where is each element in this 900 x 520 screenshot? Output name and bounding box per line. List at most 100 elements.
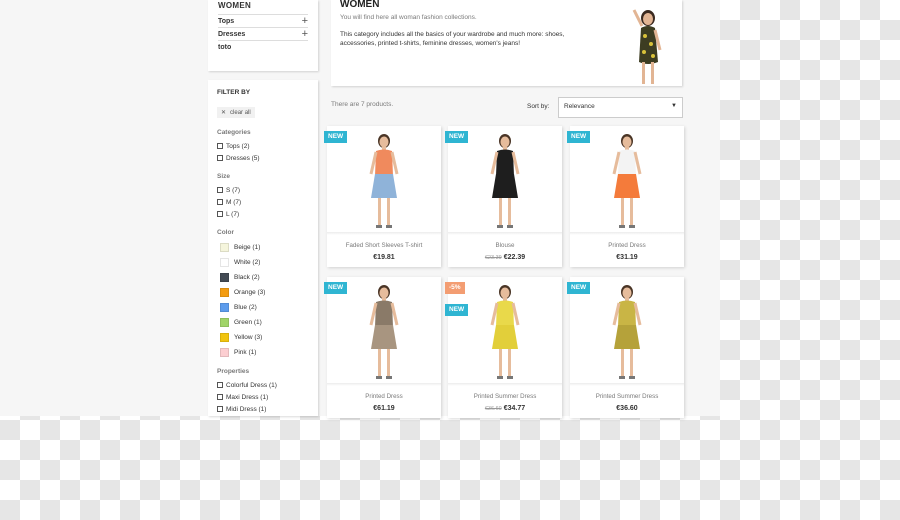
product-count: There are 7 products. bbox=[331, 101, 394, 108]
close-icon: ✕ bbox=[221, 110, 227, 116]
color-swatch[interactable] bbox=[220, 303, 229, 312]
product-card[interactable]: NEW Printed Summer Dress €36.60 bbox=[567, 277, 684, 418]
color-option[interactable]: Beige (1) bbox=[217, 240, 309, 255]
product-card[interactable]: -5% NEW Printed Summer Dress €36.60 €34.77 bbox=[445, 277, 562, 418]
product-card[interactable]: NEW Printed Dress €31.19 bbox=[567, 126, 684, 267]
facet-option[interactable]: Colorful Dress (1) bbox=[217, 379, 309, 391]
facet-option[interactable]: Dresses (5) bbox=[217, 152, 309, 164]
category-item-label[interactable]: toto bbox=[218, 44, 231, 51]
facet-option[interactable]: Maxi Dress (1) bbox=[217, 391, 309, 403]
facet-option-label: Colorful Dress (1) bbox=[226, 381, 277, 389]
product-image[interactable] bbox=[448, 277, 562, 383]
color-swatch[interactable] bbox=[220, 243, 229, 252]
facet-title-properties: Properties bbox=[217, 368, 250, 375]
product-name[interactable]: Faded Short Sleeves T-shirt bbox=[327, 242, 441, 249]
product-price-line: €61.19 bbox=[327, 405, 441, 412]
category-tree-title[interactable]: WOMEN bbox=[218, 1, 308, 15]
color-option[interactable]: Green (1) bbox=[217, 315, 309, 330]
product-price: €31.19 bbox=[616, 254, 638, 261]
color-option-label: Yellow (3) bbox=[234, 334, 263, 341]
category-item-label[interactable]: Tops bbox=[218, 18, 234, 25]
facet-option[interactable]: M (7) bbox=[217, 196, 309, 208]
color-option-label: Green (1) bbox=[234, 319, 262, 326]
category-description: This category includes all the basics of… bbox=[340, 31, 565, 47]
regular-price: €36.60 bbox=[484, 406, 502, 412]
color-option-label: Pink (1) bbox=[234, 349, 257, 356]
product-name[interactable]: Printed Summer Dress bbox=[570, 393, 684, 400]
product-price: €19.81 bbox=[373, 254, 395, 261]
new-badge: NEW bbox=[324, 131, 348, 143]
product-name[interactable]: Blouse bbox=[448, 242, 562, 249]
category-tree: WOMEN Tops + Dresses + toto bbox=[208, 0, 318, 71]
product-price: €22.39 bbox=[503, 254, 526, 261]
expand-plus-icon[interactable]: + bbox=[302, 15, 308, 27]
new-badge: NEW bbox=[567, 282, 591, 294]
color-option[interactable]: Pink (1) bbox=[217, 345, 309, 360]
color-option[interactable]: Blue (2) bbox=[217, 300, 309, 315]
product-price: €34.77 bbox=[503, 405, 526, 412]
facet-title-size: Size bbox=[217, 173, 231, 180]
caret-down-icon: ▼ bbox=[671, 103, 677, 109]
color-swatch[interactable] bbox=[220, 258, 229, 267]
checkbox[interactable] bbox=[217, 143, 223, 149]
facet-title-categories: Categories bbox=[217, 129, 251, 136]
category-item-toto[interactable]: toto bbox=[218, 41, 308, 54]
color-option[interactable]: Yellow (3) bbox=[217, 330, 309, 345]
new-badge: NEW bbox=[324, 282, 348, 294]
category-item-tops[interactable]: Tops + bbox=[218, 15, 308, 28]
facet-option[interactable]: S (7) bbox=[217, 184, 309, 196]
facet-option-label: L (7) bbox=[226, 210, 240, 218]
color-swatch[interactable] bbox=[220, 288, 229, 297]
sort-value: Relevance bbox=[564, 103, 595, 110]
product-price-line: €19.81 bbox=[327, 254, 441, 261]
color-swatch[interactable] bbox=[220, 333, 229, 342]
new-badge: NEW bbox=[567, 131, 591, 143]
color-option-label: Beige (1) bbox=[234, 244, 261, 251]
expand-plus-icon[interactable]: + bbox=[302, 28, 308, 40]
discount-badge: -5% bbox=[445, 282, 465, 294]
product-price: €61.19 bbox=[373, 405, 395, 412]
facet-option[interactable]: L (7) bbox=[217, 208, 309, 220]
facet-option[interactable]: Midi Dress (1) bbox=[217, 403, 309, 415]
product-price-line: €36.60 €34.77 bbox=[448, 405, 562, 412]
product-price: €36.60 bbox=[616, 405, 638, 412]
card-divider bbox=[327, 232, 441, 235]
checkbox[interactable] bbox=[217, 155, 223, 161]
sort-dropdown[interactable]: Relevance ▼ bbox=[558, 97, 683, 118]
facet-option-label: S (7) bbox=[226, 186, 241, 194]
color-swatch[interactable] bbox=[220, 348, 229, 357]
category-item-dresses[interactable]: Dresses + bbox=[218, 28, 308, 41]
category-banner-image bbox=[632, 9, 662, 84]
checkbox[interactable] bbox=[217, 199, 223, 205]
product-card[interactable]: NEW Printed Dress €61.19 bbox=[324, 277, 441, 418]
checkbox[interactable] bbox=[217, 211, 223, 217]
product-name[interactable]: Printed Dress bbox=[327, 393, 441, 400]
color-option[interactable]: Black (2) bbox=[217, 270, 309, 285]
clear-all-button[interactable]: ✕ clear all bbox=[217, 107, 255, 118]
product-card[interactable]: NEW Blouse €23.39 €22.39 bbox=[445, 126, 562, 267]
color-swatch[interactable] bbox=[220, 318, 229, 327]
checkbox[interactable] bbox=[217, 382, 223, 388]
facet-option-label: Maxi Dress (1) bbox=[226, 393, 269, 401]
facet-option[interactable]: Tops (2) bbox=[217, 140, 309, 152]
facet-title-color: Color bbox=[217, 229, 234, 236]
checkbox[interactable] bbox=[217, 394, 223, 400]
color-option-label: Blue (2) bbox=[234, 304, 257, 311]
clear-all-label: clear all bbox=[230, 109, 251, 116]
product-price-line: €31.19 bbox=[570, 254, 684, 261]
regular-price: €23.39 bbox=[484, 255, 502, 261]
product-name[interactable]: Printed Dress bbox=[570, 242, 684, 249]
checkbox[interactable] bbox=[217, 187, 223, 193]
color-swatch[interactable] bbox=[220, 273, 229, 282]
color-option[interactable]: White (2) bbox=[217, 255, 309, 270]
color-option-label: White (2) bbox=[234, 259, 261, 266]
sort-label: Sort by: bbox=[527, 103, 550, 110]
checkbox[interactable] bbox=[217, 406, 223, 412]
product-card[interactable]: NEW Faded Short Sleeves T-shirt €19.81 bbox=[324, 126, 441, 267]
category-item-label[interactable]: Dresses bbox=[218, 31, 245, 38]
product-price-line: €23.39 €22.39 bbox=[448, 254, 562, 261]
card-divider bbox=[570, 383, 684, 386]
color-option[interactable]: Orange (3) bbox=[217, 285, 309, 300]
product-name[interactable]: Printed Summer Dress bbox=[448, 393, 562, 400]
color-option-label: Orange (3) bbox=[234, 289, 266, 296]
